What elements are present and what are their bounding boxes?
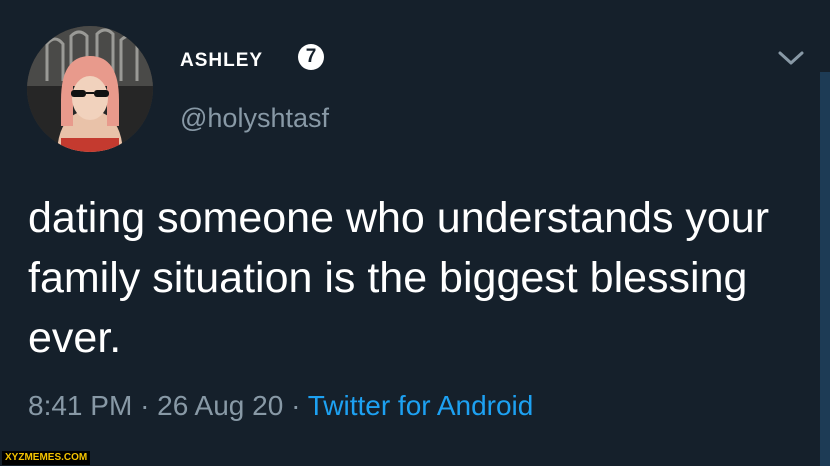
tweet-time[interactable]: 8:41 PM bbox=[28, 390, 132, 421]
meta-separator: · bbox=[291, 390, 301, 421]
tweet-source-link[interactable]: Twitter for Android bbox=[308, 390, 534, 421]
meta-separator: · bbox=[140, 390, 150, 421]
tweet-text: dating someone who understands your fami… bbox=[28, 194, 770, 362]
user-handle[interactable]: @holyshtasf bbox=[180, 105, 329, 132]
watermark: XYZMEMES.COM bbox=[2, 451, 91, 465]
tweet-card: ashley 7 @holyshtasf dating someone who … bbox=[0, 0, 830, 466]
avatar[interactable] bbox=[27, 26, 153, 152]
tweet-meta: 8:41 PM · 26 Aug 20 · Twitter for Androi… bbox=[28, 392, 533, 420]
tweet-date[interactable]: 26 Aug 20 bbox=[157, 390, 283, 421]
scrollbar[interactable] bbox=[820, 72, 830, 466]
display-name[interactable]: ashley bbox=[180, 44, 263, 71]
emoji-seven-icon: 7 bbox=[298, 44, 324, 70]
chevron-down-icon[interactable] bbox=[776, 48, 806, 68]
avatar-image bbox=[27, 26, 153, 152]
